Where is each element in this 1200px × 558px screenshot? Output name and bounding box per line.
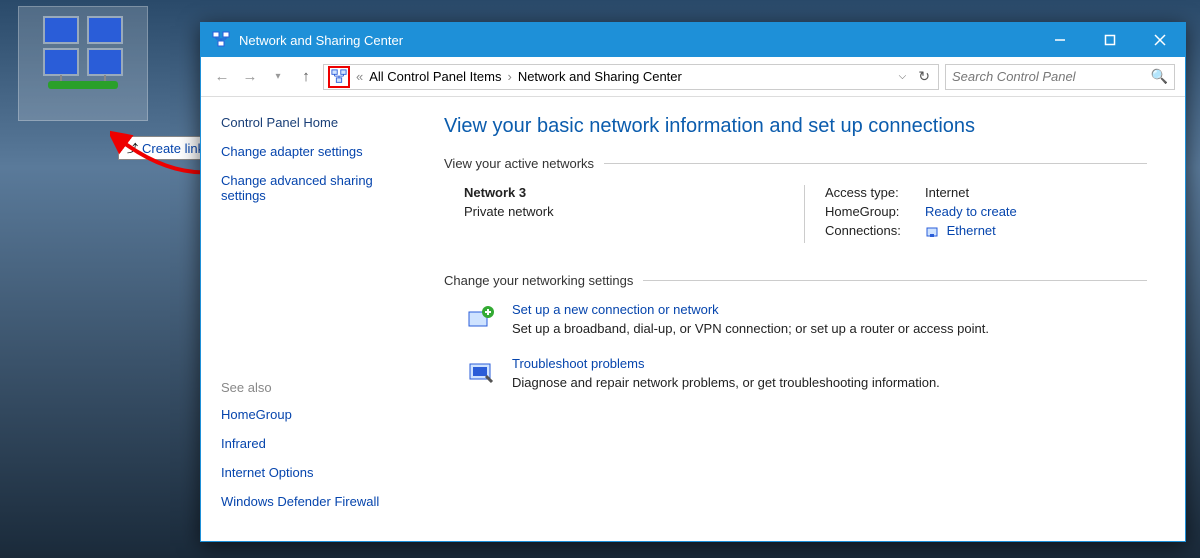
sidebar: Control Panel Home Change adapter settin… [201,97,426,541]
forward-button[interactable]: → [239,66,261,88]
refresh-button[interactable]: ↻ [914,68,934,85]
ethernet-icon [925,225,939,239]
breadcrumb-dropdown[interactable]: ⌵ [899,71,907,82]
search-icon: 🔍 [1151,68,1168,85]
divider [643,280,1147,281]
change-settings-heading: Change your networking settings [444,273,633,288]
homegroup-label: HomeGroup: [825,204,925,219]
breadcrumb-bar[interactable]: « All Control Panel Items › Network and … [323,64,939,90]
main-panel: View your basic network information and … [426,97,1185,541]
access-type-value: Internet [925,185,969,200]
sidebar-change-adapter-settings[interactable]: Change adapter settings [221,144,406,159]
troubleshoot-icon [464,356,498,390]
network-monitors-icon [38,13,128,93]
setup-connection-desc: Set up a broadband, dial-up, or VPN conn… [512,321,989,336]
troubleshoot-link[interactable]: Troubleshoot problems [512,356,940,371]
see-also-infrared[interactable]: Infrared [221,436,406,451]
close-button[interactable] [1135,23,1185,57]
search-placeholder: Search Control Panel [952,69,1076,84]
up-button[interactable]: ↑ [295,66,317,88]
window-title: Network and Sharing Center [239,33,403,48]
sidebar-change-advanced-sharing[interactable]: Change advanced sharing settings [221,173,406,203]
troubleshoot-desc: Diagnose and repair network problems, or… [512,375,940,390]
desktop-shortcut-network-sharing[interactable] [18,6,148,121]
network-name: Network 3 [464,185,804,200]
ethernet-link[interactable]: Ethernet [947,223,996,238]
connections-label: Connections: [825,223,925,239]
back-button[interactable]: ← [211,66,233,88]
search-input[interactable]: Search Control Panel 🔍 [945,64,1175,90]
see-also-windows-defender-firewall[interactable]: Windows Defender Firewall [221,494,406,509]
divider [604,163,1147,164]
titlebar[interactable]: Network and Sharing Center [201,23,1185,57]
history-dropdown[interactable]: ▾ [267,66,289,88]
setup-connection-link[interactable]: Set up a new connection or network [512,302,989,317]
minimize-button[interactable] [1035,23,1085,57]
titlebar-app-icon [211,30,231,50]
access-type-label: Access type: [825,185,925,200]
sidebar-control-panel-home[interactable]: Control Panel Home [221,115,406,130]
see-also-homegroup[interactable]: HomeGroup [221,407,406,422]
breadcrumb-sep0: « [356,69,363,84]
network-sharing-center-icon [331,69,347,85]
maximize-button[interactable] [1085,23,1135,57]
control-panel-window: Network and Sharing Center ← → ▾ ↑ « All… [200,22,1186,542]
see-also-heading: See also [221,380,406,395]
network-type: Private network [464,204,804,219]
setup-connection-icon [464,302,498,336]
breadcrumb-sep1: › [507,69,511,84]
shortcut-arrow-icon: ⤴ [127,140,138,156]
breadcrumb-app-icon-highlighted[interactable] [328,66,350,88]
active-networks-heading: View your active networks [444,156,594,171]
see-also-internet-options[interactable]: Internet Options [221,465,406,480]
homegroup-link[interactable]: Ready to create [925,204,1017,219]
breadcrumb-all-cp-items[interactable]: All Control Panel Items [369,69,501,84]
address-bar: ← → ▾ ↑ « All Control Panel Items › Netw… [201,57,1185,97]
breadcrumb-network-sharing[interactable]: Network and Sharing Center [518,69,682,84]
page-heading: View your basic network information and … [444,115,1147,138]
